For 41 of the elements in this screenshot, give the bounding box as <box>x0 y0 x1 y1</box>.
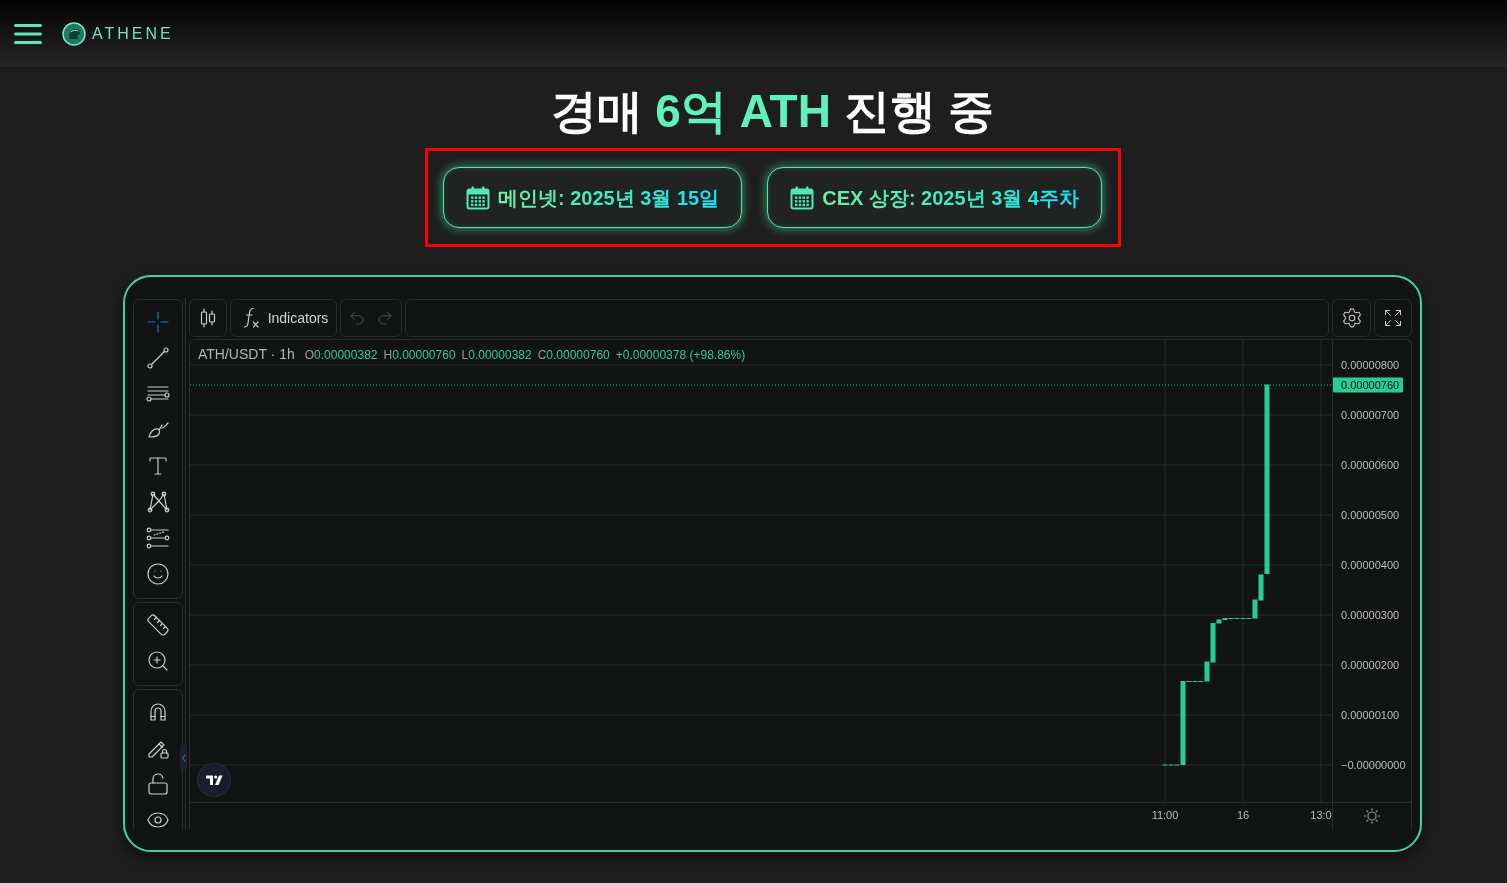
sun-icon[interactable] <box>1363 807 1381 825</box>
ohlc-value: H0.00000760 <box>383 348 456 362</box>
ohlc-value: O0.00000382 <box>304 348 378 362</box>
symbol-label: ATH/USDT · 1h <box>198 346 295 362</box>
logo-icon[interactable] <box>197 763 231 797</box>
settings-icon <box>1340 307 1363 329</box>
price-axis-label: 0.00000200 <box>1341 659 1400 671</box>
price-axis-label: 0.00000100 <box>1341 709 1400 721</box>
calendar-icon <box>790 185 815 210</box>
page-title: 경매 6억 ATH 진행 중 <box>550 84 995 139</box>
padlock-icon[interactable] <box>146 772 170 796</box>
trend-line-icon[interactable] <box>144 344 172 372</box>
chevron-left-icon <box>181 754 186 762</box>
time-axis-label: 11:00 <box>1151 809 1179 821</box>
price-axis-label: −0.00000000 <box>1341 759 1406 771</box>
price-axis-label: 0.00000500 <box>1341 509 1400 521</box>
price-axis-label: 0.00000700 <box>1341 409 1400 421</box>
menu-icon[interactable] <box>14 23 42 44</box>
price-change: +0.00000378 (+98.86%) <box>615 348 746 362</box>
chart-type-button[interactable] <box>189 299 227 337</box>
smiley-icon[interactable] <box>146 562 170 586</box>
ref-line-label: 0.00000760 <box>1341 379 1400 391</box>
calendar-icon <box>466 185 490 210</box>
logo-text: ATHENE <box>92 23 174 44</box>
price-axis-label: 0.00000300 <box>1341 609 1400 621</box>
fullscreen-button[interactable] <box>1374 299 1412 337</box>
ruler-icon[interactable] <box>146 613 170 637</box>
time-axis-label: 13:0 <box>1310 809 1332 821</box>
zoom-in-icon[interactable] <box>146 649 170 673</box>
text-tool-icon[interactable] <box>146 454 170 478</box>
indicators-button[interactable]: Indicators <box>230 299 337 337</box>
price-axis-label: 0.00000800 <box>1341 359 1400 371</box>
last-price-tag: 0.00000760 <box>1333 377 1403 393</box>
time-axis-label: 16 <box>1236 809 1250 821</box>
ohlc-value: L0.00000382 <box>461 348 532 362</box>
settings-button[interactable] <box>1332 299 1371 337</box>
fullscreen-icon <box>1383 308 1403 328</box>
price-axis-label: 0.00000400 <box>1341 559 1400 571</box>
price-axis-label: 0.00000600 <box>1341 459 1400 471</box>
logo-icon <box>62 21 86 46</box>
ohlc-value: C0.00000760 <box>537 348 610 362</box>
